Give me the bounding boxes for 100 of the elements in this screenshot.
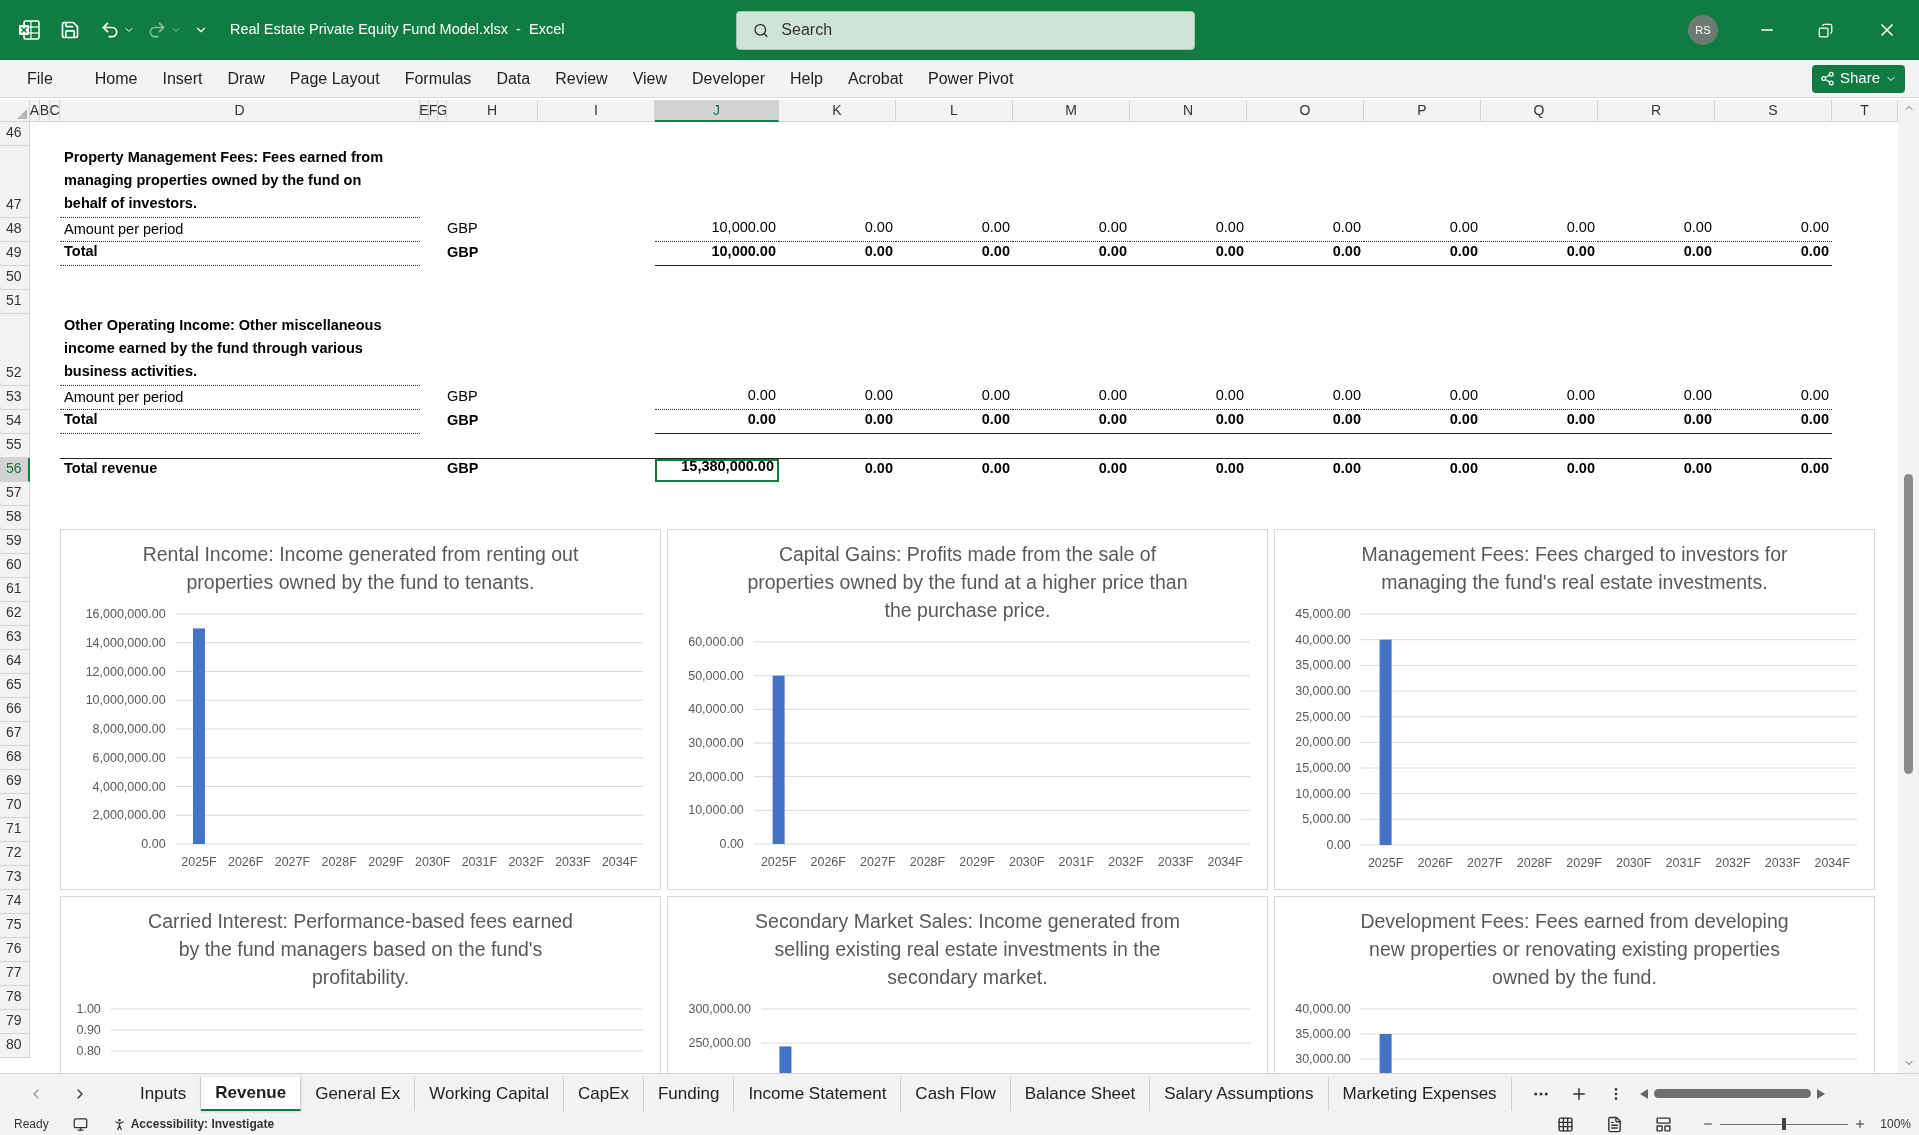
row-header[interactable]: 58 [0, 506, 30, 530]
ribbon-tab[interactable]: Review [555, 66, 608, 91]
column-header[interactable]: Q [1481, 100, 1598, 122]
row-header[interactable]: 61 [0, 578, 30, 602]
ribbon-tab[interactable]: Page Layout [289, 66, 380, 91]
column-header[interactable]: P [1364, 100, 1481, 122]
column-header[interactable]: M [1013, 100, 1130, 122]
chart-panel[interactable]: Carried Interest: Performance-based fees earned by the fund managers based on the fund's profitability. 0.80 0.90 1.00 [60, 896, 661, 1073]
column-header[interactable]: E [420, 100, 429, 122]
zoom-in-icon[interactable] [1854, 1118, 1867, 1130]
chart-panel[interactable] [1274, 529, 1875, 890]
column-header[interactable]: H [447, 100, 538, 122]
row-header[interactable]: 78 [0, 986, 30, 1010]
row-header[interactable]: 52 [0, 314, 30, 386]
row-header[interactable]: 79 [0, 1010, 30, 1034]
column-header[interactable]: O [1247, 100, 1364, 122]
ribbon-tab[interactable]: Formulas [404, 66, 472, 91]
row-header[interactable]: 62 [0, 602, 30, 626]
row-header[interactable]: 48 [0, 218, 30, 242]
ribbon-tab[interactable]: Help [789, 66, 823, 91]
column-header[interactable]: J [655, 100, 779, 122]
row-header[interactable]: 54 [0, 410, 30, 434]
scroll-left-icon[interactable] [1639, 1088, 1648, 1099]
search-input[interactable]: Search [781, 18, 1179, 42]
chart-panel[interactable]: Secondary Market Sales: Income generated from selling existing real estate investments in the secondary market. 250,000.00 300,000.00 [667, 896, 1268, 1073]
sheet-tab[interactable]: Balance Sheet [1010, 1076, 1151, 1111]
zoom-level[interactable]: 100% [1880, 1115, 1911, 1133]
scroll-right-icon[interactable] [1816, 1088, 1825, 1099]
column-header[interactable]: T [1832, 100, 1898, 122]
sheet-tab[interactable]: CapEx [563, 1076, 644, 1111]
vertical-scrollbar[interactable] [1898, 100, 1919, 1073]
row-header[interactable]: 64 [0, 650, 30, 674]
row-header[interactable]: 46 [0, 122, 30, 146]
row-header[interactable]: 59 [0, 530, 30, 554]
row-header[interactable]: 51 [0, 290, 30, 314]
ribbon-tab[interactable]: Developer [692, 66, 765, 91]
restore-icon[interactable] [1818, 22, 1833, 38]
sheet-tab[interactable]: Working Capital [415, 1076, 564, 1111]
row-header[interactable]: 56 [0, 458, 30, 482]
sheet-tab[interactable]: Salary Assumptions [1150, 1076, 1329, 1111]
row-header[interactable]: 70 [0, 794, 30, 818]
row-header[interactable]: 57 [0, 482, 30, 506]
chart-panel[interactable]: Development Fees: Fees earned from developing new properties or renovating existing properties owned by the fund. 30,000.00 35,000.00 40,000.00 [1274, 896, 1875, 1073]
ribbon-tab[interactable]: Acrobat [847, 66, 903, 91]
row-header[interactable]: 77 [0, 962, 30, 986]
column-header[interactable]: L [896, 100, 1013, 122]
row-header[interactable]: 53 [0, 386, 30, 410]
row-header[interactable]: 69 [0, 770, 30, 794]
scrollbar-thumb[interactable] [1904, 474, 1913, 774]
row-header[interactable]: 66 [0, 698, 30, 722]
share-button[interactable]: Share [1811, 64, 1905, 93]
row-header[interactable]: 47 [0, 146, 30, 218]
column-header[interactable]: S [1715, 100, 1832, 122]
ribbon-tab[interactable]: View [632, 66, 668, 91]
normal-view-icon[interactable] [1557, 1115, 1575, 1133]
row-header[interactable]: 63 [0, 626, 30, 650]
sheet-tab[interactable]: Income Statement [734, 1076, 902, 1111]
sheet-tab[interactable]: Cash Flow [901, 1076, 1011, 1111]
ribbon-tab[interactable]: Draw [227, 66, 265, 91]
search-field[interactable]: Search [736, 10, 1196, 50]
sheet-tab[interactable]: Funding [643, 1076, 735, 1111]
row-header[interactable]: 55 [0, 434, 30, 458]
row-header[interactable]: 73 [0, 866, 30, 890]
row-header[interactable]: 65 [0, 674, 30, 698]
row-header[interactable]: 67 [0, 722, 30, 746]
ribbon-tab[interactable]: Insert [162, 66, 203, 91]
row-header[interactable]: 49 [0, 242, 30, 266]
row-header[interactable]: 74 [0, 890, 30, 914]
page-layout-icon[interactable] [1606, 1115, 1624, 1133]
chart-panel[interactable] [60, 529, 661, 890]
zoom-slider-thumb[interactable] [1782, 1118, 1787, 1130]
row-header[interactable]: 60 [0, 554, 30, 578]
row-header[interactable]: 75 [0, 914, 30, 938]
column-header[interactable]: N [1130, 100, 1247, 122]
chart-panel[interactable] [667, 529, 1268, 890]
ribbon-tab[interactable]: File [27, 66, 53, 91]
row-header[interactable]: 68 [0, 746, 30, 770]
account-avatar[interactable]: RS [1688, 15, 1718, 45]
column-header[interactable]: I [538, 100, 655, 122]
horizontal-scrollbar[interactable] [1639, 1086, 1825, 1101]
row-header[interactable]: 80 [0, 1034, 30, 1058]
column-header[interactable]: R [1598, 100, 1715, 122]
sheet-tab[interactable]: Marketing Expenses [1328, 1076, 1512, 1111]
column-header[interactable]: D [60, 100, 420, 122]
column-header[interactable]: B [40, 100, 50, 122]
accessibility-status[interactable]: Accessibility: Investigate [130, 1115, 275, 1133]
row-header[interactable]: 71 [0, 818, 30, 842]
undo-icon[interactable] [100, 20, 120, 40]
ribbon-tab[interactable]: Power Pivot [928, 66, 1014, 91]
column-header[interactable]: K [779, 100, 896, 122]
column-header[interactable]: F [429, 100, 438, 122]
sheet-tab[interactable]: General Ex [301, 1076, 416, 1111]
column-header[interactable]: A [30, 100, 40, 122]
zoom-slider[interactable] [1720, 1117, 1849, 1131]
ribbon-tab[interactable]: Home [94, 66, 138, 91]
sheet-tab[interactable]: Revenue [201, 1076, 302, 1111]
save-icon[interactable] [60, 20, 80, 40]
row-header[interactable]: 76 [0, 938, 30, 962]
row-header[interactable]: 50 [0, 266, 30, 290]
page-break-icon[interactable] [1655, 1115, 1673, 1133]
